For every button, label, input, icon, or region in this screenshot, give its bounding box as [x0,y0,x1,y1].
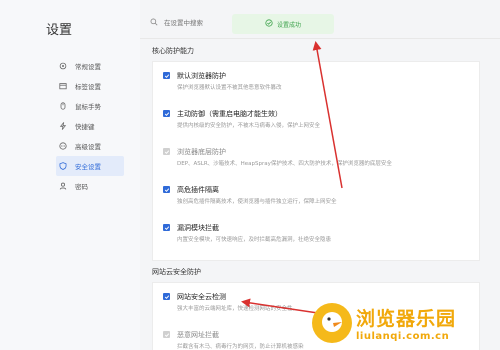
sidebar-item-tabs[interactable]: 标签设置 [0,76,140,96]
option-plugin-isolation: 高危插件隔离 独创高危插件隔离技术，使浏览器与插件独立运行，保障上网安全 [163,184,463,214]
watermark-name: 浏览器乐园 [356,308,457,330]
checkbox[interactable] [163,186,170,193]
checkbox[interactable] [163,224,170,231]
option-active-defense: 主动防御（需重启电脑才能生效） 提供内核级的安全防护，不被木马病毒入侵，保护上网… [163,108,463,138]
option-desc: DEP、ASLR、沙箱技术、HeapSpray保护技术、四大防护技术，保护浏览器… [177,161,392,167]
sidebar-item-label: 鼠标手势 [75,103,101,111]
sidebar-nav: 常规设置 标签设置 鼠标手势 快捷键 高级设置 安全设置 密码 [0,56,140,196]
option-desc: 独创高危插件隔离技术，使浏览器与插件独立运行，保障上网安全 [177,199,337,205]
checkbox [163,331,170,338]
watermark-url: liulanqi.com.cn [356,331,450,342]
tab-icon [58,81,67,90]
search-bar[interactable] [150,14,240,32]
option-desc: 强大丰富的云端网址库，快速检测网站的安全性， [177,306,299,312]
sidebar: 设置 常规设置 标签设置 鼠标手势 快捷键 高级设置 安全设置 密码 [0,0,140,350]
settings-icon [58,61,67,70]
page-title: 设置 [46,23,73,38]
option-title: 默认浏览器防护 [177,72,226,80]
option-title: 浏览器底层防护 [177,148,226,156]
sidebar-item-advanced[interactable]: 高级设置 [0,136,140,156]
search-input[interactable] [164,19,236,27]
checkbox[interactable] [163,293,170,300]
shield-icon [58,161,67,170]
toast-text: 设置成功 [276,21,301,29]
option-title: 漏洞模块拦截 [177,224,219,232]
sidebar-item-label: 安全设置 [75,163,101,171]
section-title-cloud: 网站云安全防护 [152,268,201,276]
option-desc: 拦截含有木马、病毒行为的网页，防止计算机被感染 [177,344,304,350]
checkbox [163,148,170,155]
option-desc: 内置安全模块，可快速响应，及时拦截高危漏洞，社绝安全隐患 [177,237,332,243]
sidebar-item-label: 常规设置 [75,63,101,71]
sidebar-item-mouse[interactable]: 鼠标手势 [0,96,140,116]
sidebar-item-security[interactable]: 安全设置 [56,156,124,176]
sidebar-item-password[interactable]: 密码 [0,176,140,196]
sidebar-item-label: 密码 [75,183,88,191]
option-title: 高危插件隔离 [177,186,219,194]
check-circle-icon [265,19,273,29]
option-default-browser-protection: 默认浏览器防护 保护浏览器默认设置不被其他恶意软件篡改 [163,70,463,100]
section-title-core: 核心防护能力 [152,47,194,55]
lightning-icon [58,121,67,130]
watermark: 浏览器乐园 liulanqi.com.cn [312,296,500,350]
option-title: 主动防御（需重启电脑才能生效） [177,110,282,118]
card-core-protection: 默认浏览器防护 保护浏览器默认设置不被其他恶意软件篡改 主动防御（需重启电脑才能… [152,61,480,261]
option-vulnerability-block: 漏洞模块拦截 内置安全模块，可快速响应，及时拦截高危漏洞，社绝安全隐患 [163,222,463,252]
sidebar-item-label: 标签设置 [75,83,101,91]
option-desc: 提供内核级的安全防护，不被木马病毒入侵，保护上网安全 [177,123,321,129]
mouse-icon [58,101,67,110]
success-toast: 设置成功 [232,14,334,34]
search-icon [150,18,158,28]
checkbox[interactable] [163,72,170,79]
sidebar-item-general[interactable]: 常规设置 [0,56,140,76]
duck-logo-icon [312,303,352,343]
sidebar-item-label: 快捷键 [75,123,95,131]
checkbox[interactable] [163,110,170,117]
sidebar-item-shortcuts[interactable]: 快捷键 [0,116,140,136]
option-title: 恶意网址拦截 [177,331,219,339]
sidebar-item-label: 高级设置 [75,143,101,151]
more-icon [58,141,67,150]
option-browser-underlying-protection: 浏览器底层防护 DEP、ASLR、沙箱技术、HeapSpray保护技术、四大防护… [163,146,463,176]
option-desc: 保护浏览器默认设置不被其他恶意软件篡改 [177,85,282,91]
user-key-icon [58,181,67,190]
option-title: 网站安全云检测 [177,293,226,301]
